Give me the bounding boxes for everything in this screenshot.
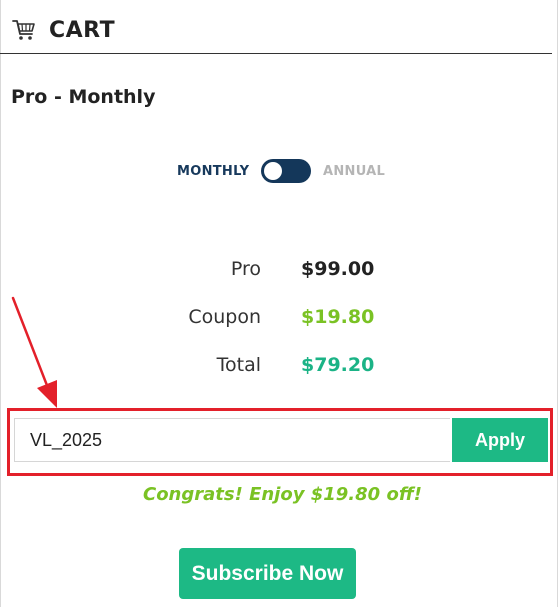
summary-row-total: Total $79.20 xyxy=(0,352,560,380)
billing-period-toggle: MONTHLY ANNUAL xyxy=(0,158,560,186)
summary-label-coupon: Coupon xyxy=(188,306,261,328)
toggle-knob xyxy=(264,162,282,180)
billing-toggle-switch[interactable] xyxy=(261,159,311,183)
billing-option-annual[interactable]: ANNUAL xyxy=(323,164,385,179)
apply-coupon-button[interactable]: Apply xyxy=(452,418,548,462)
cart-header: CART xyxy=(11,12,115,48)
summary-label-pro: Pro xyxy=(230,258,261,280)
subscribe-now-button[interactable]: Subscribe Now xyxy=(179,548,356,599)
summary-value-total: $79.20 xyxy=(301,354,375,376)
summary-row-coupon: Coupon $19.80 xyxy=(0,304,560,332)
summary-value-coupon: $19.80 xyxy=(301,306,375,328)
coupon-code-input[interactable] xyxy=(14,418,450,462)
header-divider xyxy=(0,53,552,54)
cart-title: CART xyxy=(49,17,116,43)
summary-label-total: Total xyxy=(216,354,261,376)
cart-page: CART Pro - Monthly MONTHLY ANNUAL Pro $9… xyxy=(0,0,560,607)
coupon-success-message: Congrats! Enjoy $19.80 off! xyxy=(142,484,423,505)
cart-icon xyxy=(12,20,35,40)
billing-option-monthly[interactable]: MONTHLY xyxy=(177,164,249,179)
plan-name: Pro - Monthly xyxy=(11,86,156,108)
summary-value-pro: $99.00 xyxy=(301,258,375,280)
summary-row-pro: Pro $99.00 xyxy=(0,256,560,284)
